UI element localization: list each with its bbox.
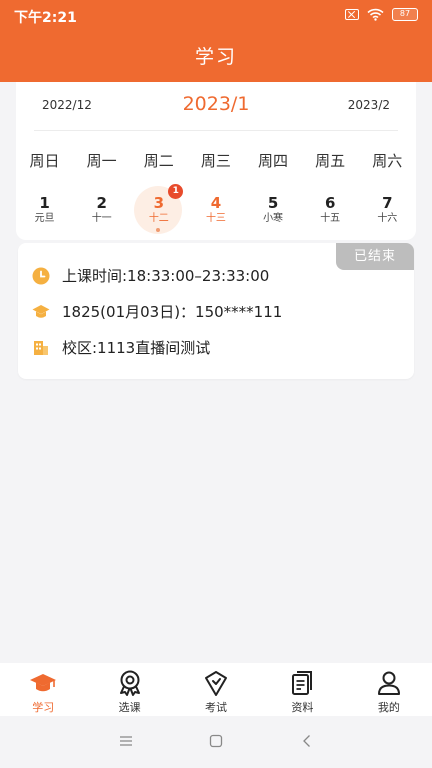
day-number: 6 xyxy=(324,194,336,212)
clock-icon xyxy=(32,267,50,284)
day-row: 1 元旦 2 十一 3 十二 1 4 十三 5 小寒 6 十五 7 十六 xyxy=(16,184,416,234)
status-bar: 下午2:21 87 xyxy=(0,0,432,30)
weekday-label: 周日 xyxy=(29,152,60,170)
pen-nib-icon xyxy=(205,671,228,696)
lunar-date: 元旦 xyxy=(34,213,55,224)
has-course-dot xyxy=(156,228,161,232)
menu-icon[interactable] xyxy=(119,734,133,748)
calendar-card: 2022/12 2023/1 2023/2 周日 周一 周二 周三 周四 周五 … xyxy=(16,82,416,240)
nav-label: 资料 xyxy=(291,701,314,714)
next-month-button[interactable]: 2023/2 xyxy=(348,98,390,112)
nav-item-courses[interactable]: 选课 xyxy=(86,663,172,716)
day-cell[interactable]: 6 十五 xyxy=(302,186,359,234)
nav-label: 我的 xyxy=(377,701,400,714)
lunar-date: 十六 xyxy=(377,213,398,224)
course-time-row: 上课时间:18:33:00–23:33:00 xyxy=(32,265,269,286)
day-number: 5 xyxy=(267,194,279,212)
lunar-date: 小寒 xyxy=(263,213,284,224)
bottom-nav: 学习 选课 考试 资料 我的 xyxy=(0,663,432,716)
day-cell[interactable]: 1 元旦 xyxy=(16,186,73,234)
back-icon[interactable] xyxy=(300,734,314,748)
nav-item-exam[interactable]: 考试 xyxy=(173,663,259,716)
day-cell-selected[interactable]: 3 十二 1 xyxy=(130,184,187,234)
lunar-date: 十一 xyxy=(91,213,112,224)
lunar-date: 十五 xyxy=(320,213,341,224)
lunar-date: 十三 xyxy=(205,213,226,224)
day-number: 1 xyxy=(39,194,50,212)
weekday-label: 周二 xyxy=(143,152,174,170)
graduation-cap-icon xyxy=(32,304,50,318)
day-cell[interactable]: 5 小寒 xyxy=(245,186,302,234)
app-header: 下午2:21 87 学习 xyxy=(0,0,432,82)
status-icons: 87 xyxy=(345,8,418,21)
weekday-label: 周五 xyxy=(315,152,346,170)
nav-item-profile[interactable]: 我的 xyxy=(346,663,432,716)
nav-label: 选课 xyxy=(118,701,141,714)
day-cell-today[interactable]: 4 十三 xyxy=(187,186,244,234)
award-icon xyxy=(119,670,140,696)
status-time: 下午2:21 xyxy=(14,10,77,26)
battery-icon: 87 xyxy=(392,8,418,21)
nav-label: 考试 xyxy=(205,701,228,714)
course-campus: 校区:1113直播间测试 xyxy=(62,339,211,357)
course-card[interactable]: 已结束 上课时间:18:33:00–23:33:00 1825(01月03日)：… xyxy=(18,243,414,379)
day-number: 2 xyxy=(96,194,107,212)
document-icon xyxy=(292,671,313,695)
day-cell[interactable]: 2 十一 xyxy=(73,186,130,234)
no-sim-icon xyxy=(345,9,359,20)
course-class-row: 1825(01月03日)：150****111 xyxy=(32,301,282,322)
day-number: 7 xyxy=(382,194,393,212)
building-icon xyxy=(34,340,48,355)
wifi-icon xyxy=(367,8,384,21)
weekday-label: 周六 xyxy=(372,152,403,170)
page-title: 学习 xyxy=(194,46,237,68)
course-campus-row: 校区:1113直播间测试 xyxy=(32,337,210,358)
weekday-label: 周四 xyxy=(258,152,289,170)
course-time: 上课时间:18:33:00–23:33:00 xyxy=(62,267,270,285)
home-icon[interactable] xyxy=(209,734,223,748)
weekday-label: 周三 xyxy=(200,152,231,170)
nav-label: 学习 xyxy=(32,701,55,714)
graduation-cap-icon xyxy=(30,674,57,692)
lunar-date: 十二 xyxy=(148,213,169,224)
course-class: 1825(01月03日)：150****111 xyxy=(62,303,283,321)
day-cell[interactable]: 7 十六 xyxy=(359,186,416,234)
day-number: 4 xyxy=(210,194,222,212)
nav-item-study[interactable]: 学习 xyxy=(0,663,86,716)
weekday-label: 周一 xyxy=(86,152,117,170)
system-nav-bar xyxy=(0,716,432,768)
person-icon xyxy=(377,671,400,695)
weekday-header: 周日 周一 周二 周三 周四 周五 周六 xyxy=(16,150,416,171)
status-badge: 已结束 xyxy=(336,243,414,270)
divider xyxy=(34,130,398,131)
nav-item-materials[interactable]: 资料 xyxy=(259,663,345,716)
